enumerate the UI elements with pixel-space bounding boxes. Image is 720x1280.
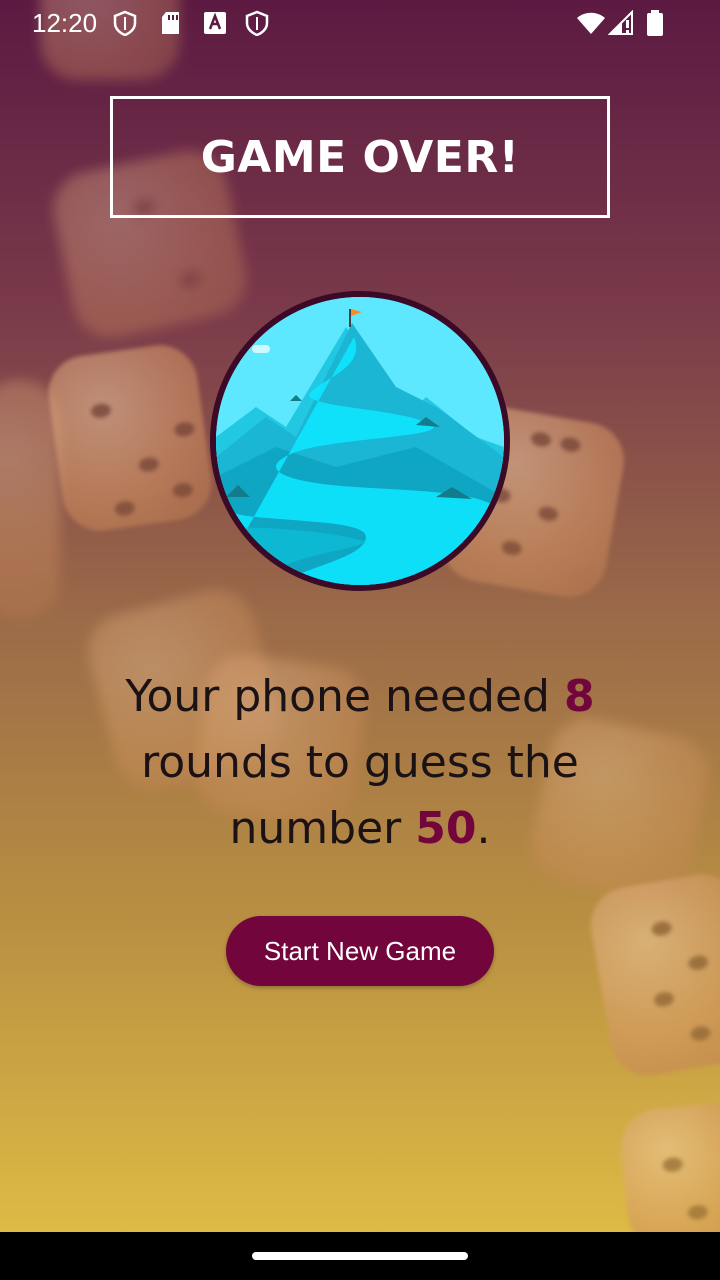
summary-suffix: . <box>476 803 491 854</box>
summary-middle: rounds to guess the number <box>141 737 579 854</box>
shield-icon <box>112 10 138 37</box>
home-gesture-handle[interactable] <box>252 1252 468 1260</box>
target-number: 50 <box>415 803 477 854</box>
status-time: 12:20 <box>32 8 98 38</box>
status-bar: 12:20 <box>0 0 720 48</box>
sd-card-icon <box>158 10 184 36</box>
game-over-screen: 12:20 GAME OVER! Your phone needed 8 rou… <box>0 0 720 1232</box>
start-new-game-button[interactable]: Start New Game <box>226 916 494 986</box>
page-title: GAME OVER! <box>200 131 520 183</box>
dice-decoration <box>0 380 60 620</box>
navigation-bar <box>0 1232 720 1280</box>
game-summary-text: Your phone needed 8 rounds to guess the … <box>80 664 640 862</box>
summary-prefix: Your phone needed <box>125 671 550 722</box>
battery-icon <box>646 10 664 36</box>
shield-icon <box>244 10 270 37</box>
rounds-count: 8 <box>563 671 595 722</box>
title-box: GAME OVER! <box>110 96 610 218</box>
dice-decoration <box>43 340 217 536</box>
font-a-icon <box>202 10 228 36</box>
mountain-summit-image <box>210 291 510 591</box>
dice-decoration <box>584 868 720 1082</box>
dice-decoration <box>617 1099 720 1232</box>
cellular-signal-icon <box>607 9 634 36</box>
wifi-icon <box>576 10 606 36</box>
